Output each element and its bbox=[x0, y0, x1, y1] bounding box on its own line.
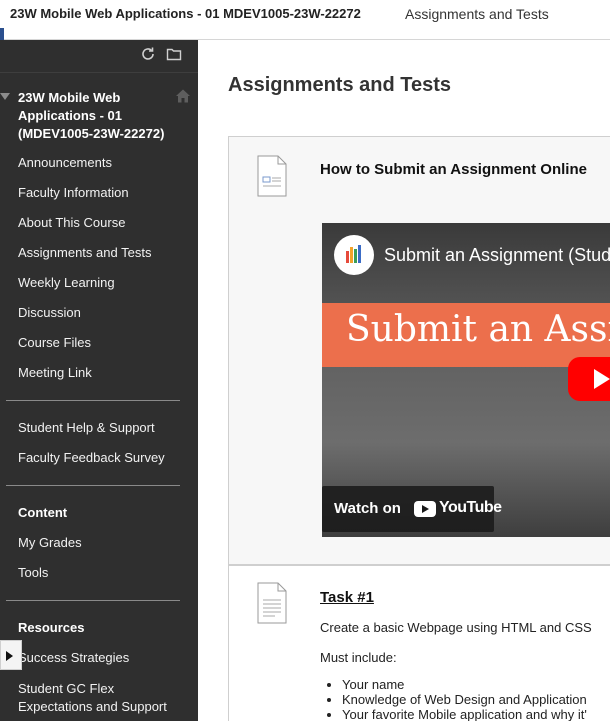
content-item: How to Submit an Assignment Online Submi… bbox=[228, 136, 610, 565]
sidebar-divider bbox=[6, 400, 180, 401]
breadcrumb-bar: 23W Mobile Web Applications - 01 MDEV100… bbox=[0, 0, 610, 40]
channel-logo-icon[interactable] bbox=[334, 235, 374, 275]
video-title[interactable]: Submit an Assignment (Stud bbox=[384, 245, 610, 266]
item-title: How to Submit an Assignment Online bbox=[320, 161, 587, 178]
list-item: Your name bbox=[342, 677, 587, 692]
course-menu-tools bbox=[138, 46, 198, 64]
video-banner-text: Submit an Assi bbox=[346, 309, 610, 350]
youtube-wordmark: YouTube bbox=[439, 499, 502, 516]
sidebar-item-announcements[interactable]: Announcements bbox=[18, 155, 112, 170]
home-icon[interactable] bbox=[175, 88, 191, 104]
sidebar-item-student-help-support[interactable]: Student Help & Support bbox=[18, 420, 155, 435]
breadcrumb-accent bbox=[0, 28, 4, 40]
sidebar-item-assignments-and-tests[interactable]: Assignments and Tests bbox=[18, 245, 151, 260]
sidebar-item-gc-flex-expectations[interactable]: Student GC Flex Expectations and Support bbox=[18, 680, 188, 716]
task-description: Create a basic Webpage using HTML and CS… bbox=[320, 620, 592, 635]
youtube-logo-icon bbox=[414, 501, 436, 517]
collapse-caret-icon[interactable] bbox=[0, 93, 10, 100]
list-item: Your favorite Mobile application and why… bbox=[342, 707, 587, 721]
refresh-icon[interactable] bbox=[140, 46, 156, 62]
video-banner: Submit an Assi bbox=[322, 303, 610, 367]
sidebar-heading-resources: Resources bbox=[18, 620, 85, 635]
sidebar-heading-content: Content bbox=[18, 505, 68, 520]
watch-on-label: Watch on bbox=[334, 500, 401, 517]
sidebar-item-about-this-course[interactable]: About This Course bbox=[18, 215, 125, 230]
content-item: Task #1 Create a basic Webpage using HTM… bbox=[228, 565, 610, 721]
sidebar-item-meeting-link[interactable]: Meeting Link bbox=[18, 365, 92, 380]
must-include-label: Must include: bbox=[320, 650, 397, 665]
sidebar-item-my-grades[interactable]: My Grades bbox=[18, 535, 82, 550]
menu-toggle-button[interactable] bbox=[0, 640, 22, 670]
sidebar-divider bbox=[6, 600, 180, 601]
list-item: Knowledge of Web Design and Application bbox=[342, 692, 587, 707]
video-embed[interactable]: Submit an Assignment (Stud Submit an Ass… bbox=[322, 223, 610, 537]
expand-arrow-icon bbox=[6, 651, 13, 661]
course-menu-divider bbox=[0, 72, 198, 73]
course-title[interactable]: 23W Mobile Web Applications - 01 (MDEV10… bbox=[18, 89, 170, 143]
document-icon bbox=[256, 155, 288, 197]
breadcrumb-page: Assignments and Tests bbox=[405, 6, 549, 22]
requirements-list: Your name Knowledge of Web Design and Ap… bbox=[342, 677, 587, 721]
sidebar-item-weekly-learning[interactable]: Weekly Learning bbox=[18, 275, 115, 290]
folder-icon[interactable] bbox=[166, 46, 182, 62]
play-button[interactable] bbox=[568, 357, 610, 401]
sidebar-item-discussion[interactable]: Discussion bbox=[18, 305, 81, 320]
sidebar-item-faculty-information[interactable]: Faculty Information bbox=[18, 185, 129, 200]
document-icon bbox=[256, 582, 288, 624]
watch-on-youtube-button[interactable]: Watch on YouTube bbox=[322, 486, 502, 532]
task-title-link[interactable]: Task #1 bbox=[320, 589, 374, 606]
course-menu: 23W Mobile Web Applications - 01 (MDEV10… bbox=[0, 40, 198, 721]
play-icon bbox=[594, 369, 610, 389]
content-area: Assignments and Tests How to Submit an A… bbox=[198, 40, 610, 721]
sidebar-item-tools[interactable]: Tools bbox=[18, 565, 48, 580]
breadcrumb-course[interactable]: 23W Mobile Web Applications - 01 MDEV100… bbox=[10, 6, 361, 21]
sidebar-item-course-files[interactable]: Course Files bbox=[18, 335, 91, 350]
sidebar-divider bbox=[6, 485, 180, 486]
sidebar-item-success-strategies[interactable]: Success Strategies bbox=[18, 650, 129, 665]
sidebar-item-faculty-feedback-survey[interactable]: Faculty Feedback Survey bbox=[18, 450, 165, 465]
page-title: Assignments and Tests bbox=[228, 74, 452, 96]
